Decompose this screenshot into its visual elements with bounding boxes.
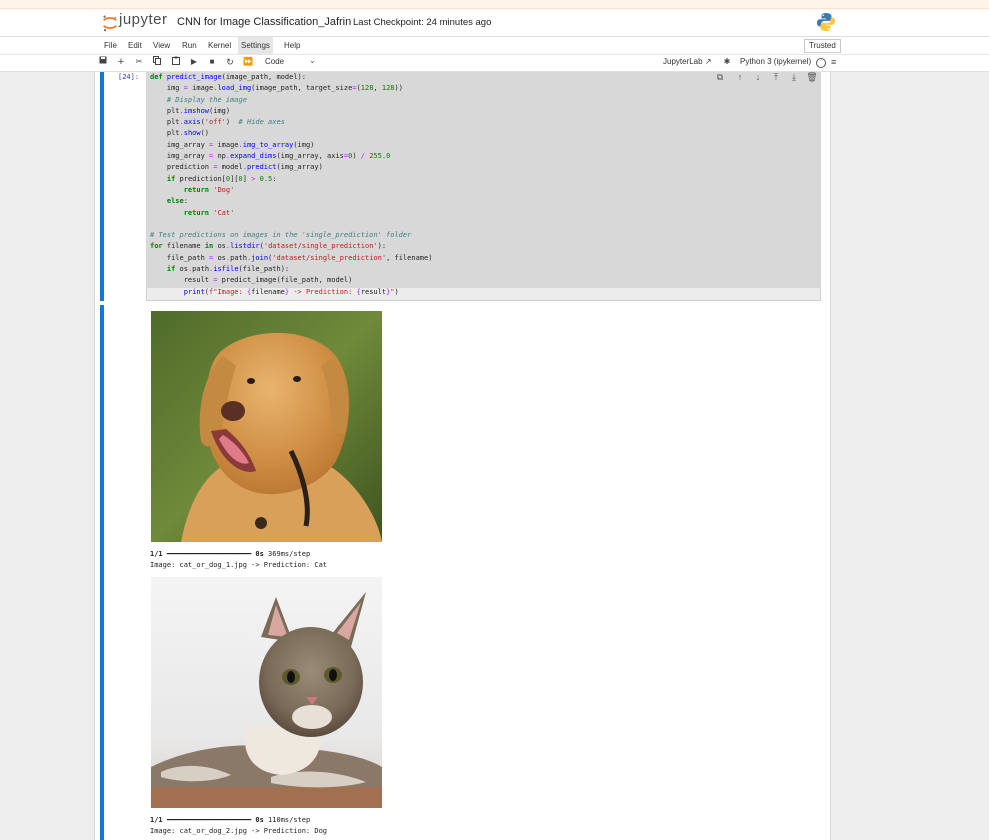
dog-photo xyxy=(151,311,382,542)
code-line-18: if os.path.isfile(file_path): xyxy=(166,265,290,274)
top-notification-strip xyxy=(0,0,989,9)
cell-type-select[interactable]: Code xyxy=(265,56,284,68)
progress-time-1: 0s xyxy=(255,550,264,558)
jupyterlab-label: JupyterLab xyxy=(663,57,703,66)
python-logo-icon xyxy=(817,13,835,31)
hamburger-menu-icon[interactable]: ≡ xyxy=(831,56,836,68)
output-result-1: Image: cat_or_dog_1.jpg -> Prediction: C… xyxy=(150,561,328,569)
restart-icon[interactable]: ↻ xyxy=(224,56,236,68)
output-image-dog xyxy=(151,311,382,542)
notebook-title[interactable]: CNN for Image Classification_Jafrin xyxy=(177,16,351,28)
menu-settings[interactable]: Settings xyxy=(238,37,273,54)
delete-cell-icon[interactable]: 🗑 xyxy=(806,72,818,83)
save-icon[interactable] xyxy=(97,56,109,68)
duplicate-cell-icon[interactable]: ⧉ xyxy=(714,72,726,83)
stop-icon[interactable]: ■ xyxy=(206,56,218,68)
open-jupyterlab-link[interactable]: JupyterLab ↗ xyxy=(663,56,712,68)
progress-bar-2: ━━━━━━━━━━━━━━━━━━━━ xyxy=(166,816,252,824)
code-line-20: print(f"Image: {filename} -> Prediction:… xyxy=(183,287,399,296)
notebook-toolbar: + ✂ ▶ ■ ↻ ⏩ Code ⌄ JupyterLab ↗ ✱ Python… xyxy=(0,55,989,72)
cell-collapser[interactable] xyxy=(100,72,104,301)
insert-above-icon[interactable]: ⤒ xyxy=(770,72,782,83)
trusted-indicator[interactable]: Trusted xyxy=(804,39,841,53)
copy-icon[interactable] xyxy=(151,56,163,68)
menu-help[interactable]: Help xyxy=(281,37,303,54)
step-time-2: 110ms/step xyxy=(268,816,311,824)
paste-icon[interactable] xyxy=(170,56,182,68)
code-line-7: img_array = image.img_to_array(img) xyxy=(150,140,315,149)
menu-bar: File Edit View Run Kernel Settings Help … xyxy=(0,37,989,55)
restart-run-all-icon[interactable]: ⏩ xyxy=(242,56,254,68)
progress-count-2: 1/1 xyxy=(150,816,163,824)
kernel-name[interactable]: Python 3 (ipykernel) xyxy=(740,56,811,68)
add-cell-icon[interactable]: + xyxy=(115,56,127,68)
code-line-12: else: xyxy=(166,197,188,206)
output-image-cat xyxy=(151,577,382,808)
external-link-icon: ↗ xyxy=(704,57,712,66)
last-checkpoint: Last Checkpoint: 24 minutes ago xyxy=(353,17,492,28)
menu-file[interactable]: File xyxy=(101,37,120,54)
code-line-3: # Display the image xyxy=(166,95,247,104)
code-content[interactable]: def predict_image(image_path, model): im… xyxy=(150,72,432,298)
code-line-5: plt.axis('off') # Hide axes xyxy=(150,118,285,127)
code-line-6: plt.show() xyxy=(150,129,210,138)
debugger-bug-icon[interactable]: ✱ xyxy=(721,56,733,68)
cell-prompt: [24]: xyxy=(118,73,140,81)
code-line-11: return 'Dog' xyxy=(183,185,235,194)
menu-run[interactable]: Run xyxy=(179,37,200,54)
output-collapser[interactable] xyxy=(100,305,104,840)
code-line-15: # Test predictions on images in the 'sin… xyxy=(150,231,412,240)
step-time-1: 369ms/step xyxy=(268,550,311,558)
menu-view[interactable]: View xyxy=(150,37,173,54)
code-line-19: result = predict_image(file_path, model) xyxy=(150,276,353,285)
move-down-icon[interactable]: ↓ xyxy=(752,72,764,83)
code-line-17: file_path = os.path.join('dataset/single… xyxy=(150,253,433,262)
chevron-down-icon[interactable]: ⌄ xyxy=(309,56,316,65)
run-icon[interactable]: ▶ xyxy=(188,56,200,68)
cut-icon[interactable]: ✂ xyxy=(133,56,145,68)
progress-time-2: 0s xyxy=(255,816,264,824)
kernel-status-icon xyxy=(816,58,826,68)
output-progress-2: 1/1 ━━━━━━━━━━━━━━━━━━━━ 0s 110ms/step xyxy=(150,815,310,826)
code-line-16: for filename in os.listdir('dataset/sing… xyxy=(150,242,387,251)
jupyter-logo-text[interactable]: jupyter xyxy=(119,11,168,28)
jupyter-logo-icon[interactable] xyxy=(101,13,119,33)
notebook-header: jupyter CNN for Image Classification_Jaf… xyxy=(0,9,989,37)
menu-kernel[interactable]: Kernel xyxy=(205,37,234,54)
menu-edit[interactable]: Edit xyxy=(125,37,145,54)
progress-count-1: 1/1 xyxy=(150,550,163,558)
move-up-icon[interactable]: ↑ xyxy=(734,72,746,83)
insert-below-icon[interactable]: ⤓ xyxy=(788,72,800,83)
code-line-9: prediction = model.predict(img_array) xyxy=(150,163,323,172)
progress-bar-1: ━━━━━━━━━━━━━━━━━━━━ xyxy=(166,550,252,558)
output-progress-1: 1/1 ━━━━━━━━━━━━━━━━━━━━ 0s 369ms/step xyxy=(150,549,310,560)
output-result-2: Image: cat_or_dog_2.jpg -> Prediction: D… xyxy=(150,827,328,835)
cat-photo xyxy=(151,577,382,808)
code-line-8: img_array = np.expand_dims(img_array, ax… xyxy=(150,152,391,161)
code-line-2: img = image.load_img(image_path, target_… xyxy=(150,84,403,93)
code-line-1: def predict_image(image_path, model): xyxy=(150,73,306,81)
code-line-13: return 'Cat' xyxy=(183,208,235,217)
code-line-4: plt.imshow(img) xyxy=(150,106,231,115)
code-line-10: if prediction[0][0] > 0.5: xyxy=(166,174,277,183)
